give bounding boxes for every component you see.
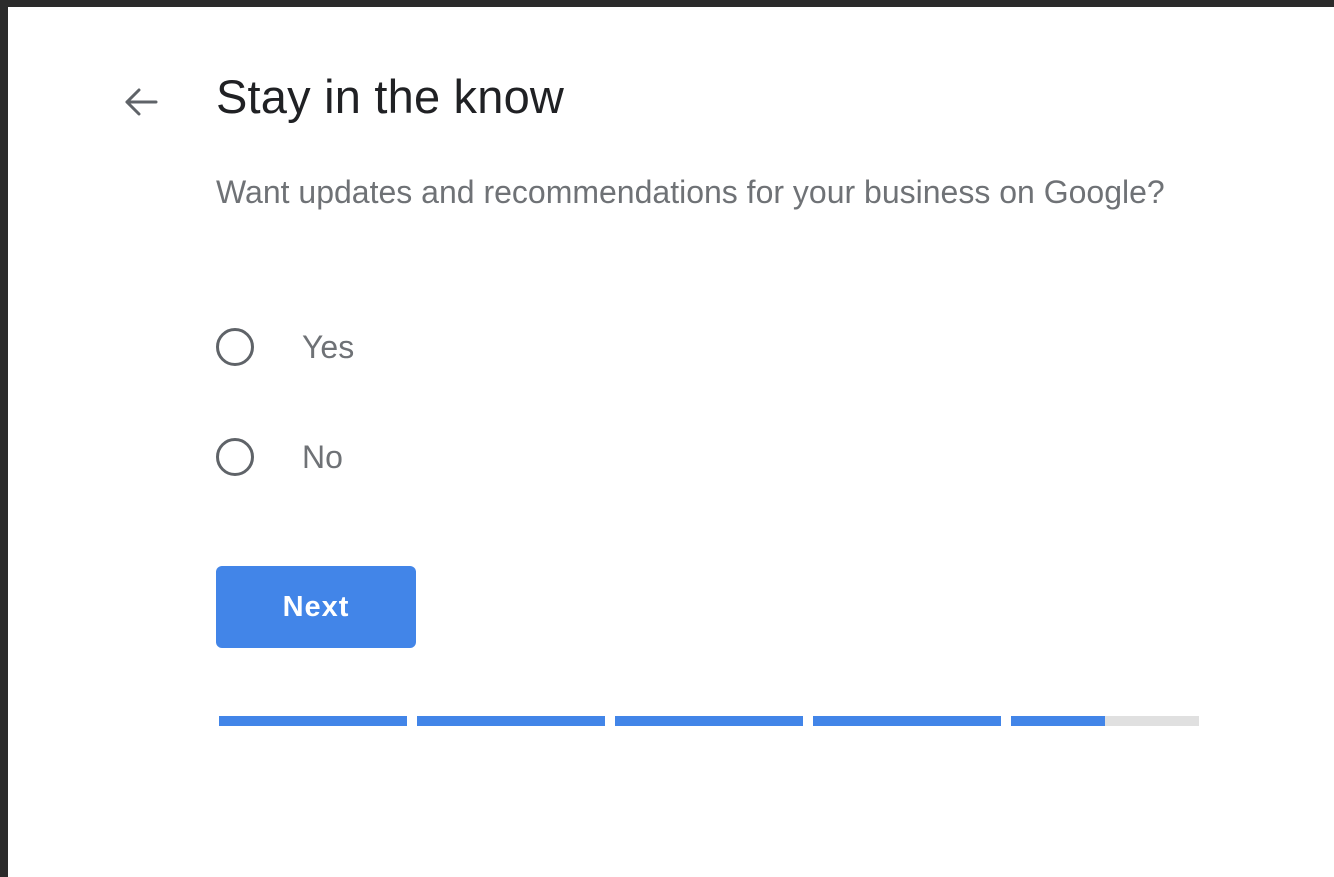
- progress-bar: [219, 716, 1199, 726]
- option-yes[interactable]: Yes: [216, 323, 354, 371]
- progress-segment: [219, 716, 407, 726]
- back-button[interactable]: [120, 81, 162, 123]
- question-text: Want updates and recommendations for you…: [216, 174, 1165, 210]
- page-title: Stay in the know: [216, 70, 565, 123]
- progress-segment: [417, 716, 605, 726]
- progress-segment: [615, 716, 803, 726]
- arrow-left-icon: [125, 88, 158, 116]
- progress-segment: [813, 716, 1001, 726]
- next-button[interactable]: Next: [216, 566, 416, 648]
- option-yes-label: Yes: [302, 328, 355, 365]
- progress-segment: [1011, 716, 1199, 726]
- progress-segment-fill: [417, 716, 605, 726]
- progress-segment-fill: [1011, 716, 1105, 726]
- progress-segment-fill: [219, 716, 407, 726]
- progress-segment-fill: [813, 716, 1001, 726]
- radio-no[interactable]: [216, 438, 254, 476]
- option-no-label: No: [302, 438, 343, 475]
- progress-segment-fill: [615, 716, 803, 726]
- option-no[interactable]: No: [216, 433, 343, 481]
- setup-dialog: Stay in the know Want updates and recomm…: [0, 0, 1334, 877]
- radio-yes[interactable]: [216, 328, 254, 366]
